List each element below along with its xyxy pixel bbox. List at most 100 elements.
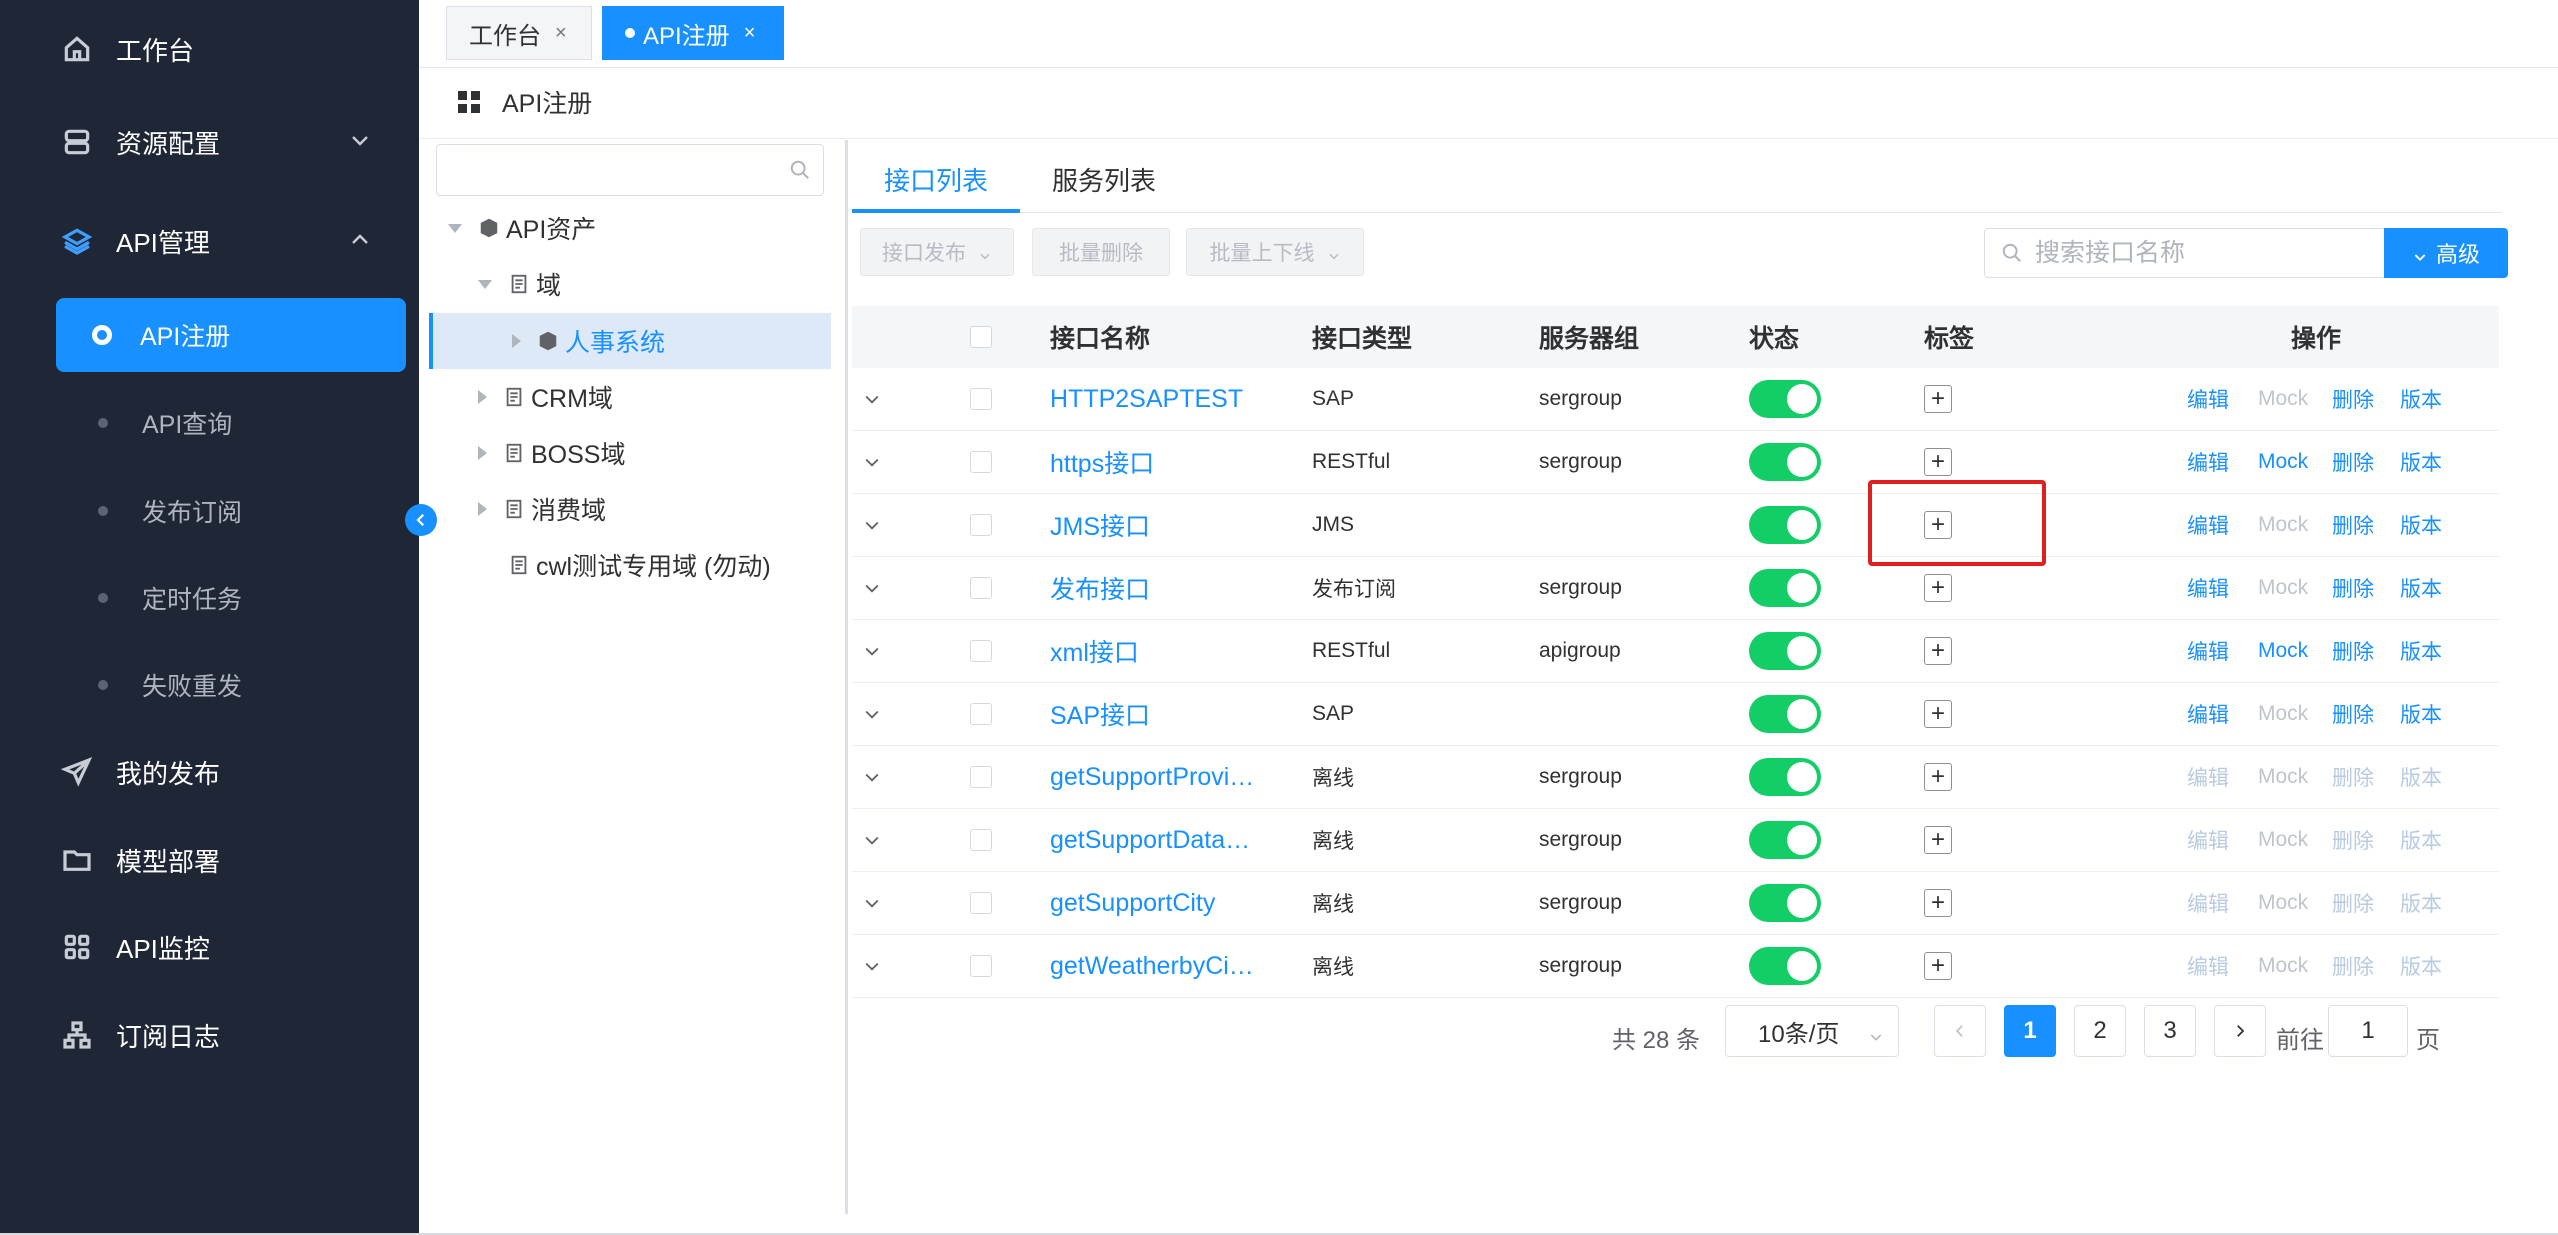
- edit-link[interactable]: 编辑: [2187, 636, 2229, 666]
- interface-name-link[interactable]: 发布接口: [1050, 557, 1150, 619]
- mock-link[interactable]: Mock: [2258, 639, 2308, 663]
- row-checkbox[interactable]: [970, 955, 992, 977]
- mock-link[interactable]: Mock: [2258, 702, 2308, 726]
- version-link[interactable]: 版本: [2400, 951, 2442, 981]
- row-checkbox[interactable]: [970, 892, 992, 914]
- status-toggle-switch[interactable]: [1749, 947, 1821, 985]
- edit-link[interactable]: 编辑: [2187, 573, 2229, 603]
- version-link[interactable]: 版本: [2400, 447, 2442, 477]
- delete-link[interactable]: 删除: [2332, 384, 2374, 414]
- sidebar-subitem-scheduled-tasks[interactable]: 定时任务: [56, 561, 406, 635]
- header-status[interactable]: 状态: [1749, 306, 1799, 368]
- delete-link[interactable]: 删除: [2332, 573, 2374, 603]
- pane-divider[interactable]: [845, 140, 848, 1214]
- add-tag-icon[interactable]: +: [1924, 574, 1952, 602]
- page-3-button[interactable]: 3: [2144, 1005, 2196, 1057]
- interface-name-link[interactable]: getSupportCity: [1050, 872, 1215, 934]
- expand-row-toggle[interactable]: [862, 431, 882, 493]
- mock-link[interactable]: Mock: [2258, 513, 2308, 537]
- add-tag-icon[interactable]: +: [1924, 826, 1952, 854]
- version-link[interactable]: 版本: [2400, 636, 2442, 666]
- add-tag-icon[interactable]: +: [1924, 700, 1952, 728]
- edit-link[interactable]: 编辑: [2187, 762, 2229, 792]
- row-checkbox[interactable]: [970, 766, 992, 788]
- caret-right-icon[interactable]: [512, 334, 521, 348]
- add-tag-icon[interactable]: +: [1924, 637, 1952, 665]
- interface-name-link[interactable]: JMS接口: [1050, 494, 1150, 556]
- sidebar-item-api-management[interactable]: API管理: [56, 197, 210, 285]
- mock-link[interactable]: Mock: [2258, 576, 2308, 600]
- header-type[interactable]: 接口类型: [1312, 306, 1412, 368]
- delete-link[interactable]: 删除: [2332, 951, 2374, 981]
- add-tag-icon[interactable]: +: [1924, 763, 1952, 791]
- expand-row-toggle[interactable]: [862, 872, 882, 934]
- select-all-checkbox[interactable]: [970, 326, 992, 348]
- edit-link[interactable]: 编辑: [2187, 384, 2229, 414]
- delete-link[interactable]: 删除: [2332, 510, 2374, 540]
- sidebar-subitem-api-register[interactable]: API注册: [56, 298, 406, 372]
- expand-row-toggle[interactable]: [862, 746, 882, 808]
- chevron-up-icon[interactable]: [348, 228, 372, 252]
- page-size-select[interactable]: 10条/页: [1725, 1005, 1899, 1057]
- tree-node-consumer-domain[interactable]: 消费域: [478, 482, 606, 536]
- interface-name-link[interactable]: xml接口: [1050, 620, 1139, 682]
- sidebar-item-resource-config[interactable]: 资源配置: [56, 98, 220, 186]
- status-toggle-switch[interactable]: [1749, 821, 1821, 859]
- mock-link[interactable]: Mock: [2258, 828, 2308, 852]
- tab-api-register[interactable]: API注册 ×: [602, 6, 784, 60]
- header-server-group[interactable]: 服务器组: [1539, 306, 1639, 368]
- mock-link[interactable]: Mock: [2258, 387, 2308, 411]
- mock-link[interactable]: Mock: [2258, 765, 2308, 789]
- interface-name-link[interactable]: HTTP2SAPTEST: [1050, 368, 1243, 430]
- sidebar-item-workbench[interactable]: 工作台: [56, 5, 194, 93]
- mock-link[interactable]: Mock: [2258, 954, 2308, 978]
- expand-row-toggle[interactable]: [862, 557, 882, 619]
- publish-button[interactable]: 接口发布: [860, 228, 1014, 276]
- sidebar-item-my-publish[interactable]: 我的发布: [56, 728, 220, 816]
- edit-link[interactable]: 编辑: [2187, 447, 2229, 477]
- tab-service-list[interactable]: 服务列表: [1020, 150, 1188, 208]
- caret-right-icon[interactable]: [478, 390, 487, 404]
- batch-online-button[interactable]: 批量上下线: [1186, 228, 1364, 276]
- interface-search-input[interactable]: [2035, 238, 2355, 268]
- chevron-down-icon[interactable]: [348, 128, 372, 152]
- row-checkbox[interactable]: [970, 514, 992, 536]
- interface-name-link[interactable]: getSupportData…: [1050, 809, 1250, 871]
- page-1-button[interactable]: 1: [2004, 1005, 2056, 1057]
- next-page-button[interactable]: [2214, 1005, 2266, 1057]
- mock-link[interactable]: Mock: [2258, 450, 2308, 474]
- close-icon[interactable]: ×: [744, 22, 756, 45]
- expand-row-toggle[interactable]: [862, 935, 882, 997]
- status-toggle-switch[interactable]: [1749, 884, 1821, 922]
- batch-delete-button[interactable]: 批量删除: [1032, 228, 1170, 276]
- tree-search-input[interactable]: [436, 144, 824, 196]
- edit-link[interactable]: 编辑: [2187, 888, 2229, 918]
- sidebar-item-model-deploy[interactable]: 模型部署: [56, 816, 220, 904]
- version-link[interactable]: 版本: [2400, 762, 2442, 792]
- header-tags[interactable]: 标签: [1924, 306, 1974, 368]
- version-link[interactable]: 版本: [2400, 699, 2442, 729]
- sidebar-subitem-pub-sub[interactable]: 发布订阅: [56, 474, 406, 548]
- advanced-button[interactable]: 高级: [2384, 228, 2508, 278]
- tree-node-hr-system[interactable]: 人事系统: [512, 314, 665, 368]
- row-checkbox[interactable]: [970, 388, 992, 410]
- prev-page-button[interactable]: [1934, 1005, 1986, 1057]
- version-link[interactable]: 版本: [2400, 888, 2442, 918]
- tree-node-cwl-test-domain[interactable]: cwl测试专用域 (勿动): [508, 538, 771, 592]
- interface-name-link[interactable]: SAP接口: [1050, 683, 1150, 745]
- edit-link[interactable]: 编辑: [2187, 951, 2229, 981]
- row-checkbox[interactable]: [970, 640, 992, 662]
- version-link[interactable]: 版本: [2400, 573, 2442, 603]
- sidebar-item-subscription-log[interactable]: 订阅日志: [56, 991, 220, 1079]
- delete-link[interactable]: 删除: [2332, 825, 2374, 855]
- caret-down-icon[interactable]: [448, 223, 462, 233]
- row-checkbox[interactable]: [970, 703, 992, 725]
- version-link[interactable]: 版本: [2400, 825, 2442, 855]
- row-checkbox[interactable]: [970, 577, 992, 599]
- expand-row-toggle[interactable]: [862, 494, 882, 556]
- edit-link[interactable]: 编辑: [2187, 510, 2229, 540]
- delete-link[interactable]: 删除: [2332, 636, 2374, 666]
- add-tag-icon[interactable]: +: [1924, 448, 1952, 476]
- status-toggle-switch[interactable]: [1749, 569, 1821, 607]
- tab-workbench[interactable]: 工作台 ×: [446, 6, 592, 60]
